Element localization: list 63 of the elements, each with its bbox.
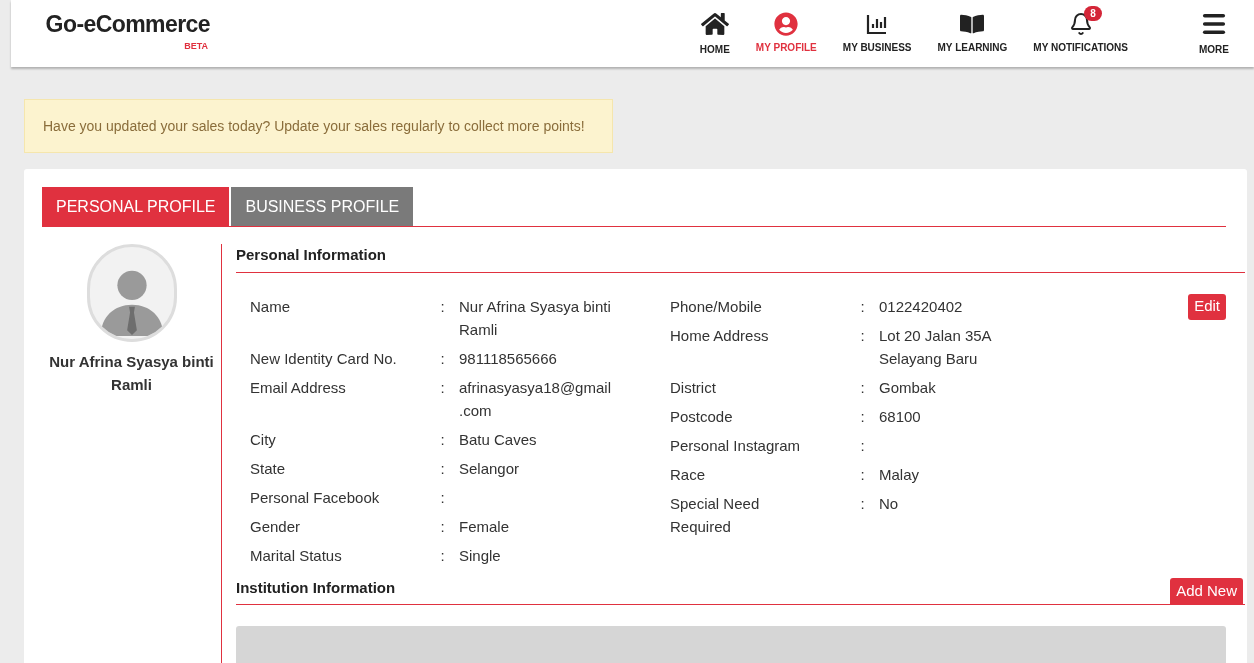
colon-separator: :: [439, 429, 446, 450]
colon-separator: :: [439, 516, 446, 537]
colon-separator: :: [439, 377, 446, 398]
field-label: City: [250, 429, 277, 450]
nav-item[interactable]: MY BUSINESS: [829, 0, 925, 67]
field-value: Nur Afrina Syasya binti Ramli: [459, 296, 611, 340]
colon-separator: :: [859, 435, 866, 456]
nav-item[interactable]: HOME: [686, 0, 743, 67]
home-icon: [700, 10, 729, 38]
field-value: 0122420402: [879, 296, 964, 317]
notification-badge: 8: [1084, 6, 1102, 21]
nav-item[interactable]: MORE: [1186, 0, 1242, 67]
field-label: Home Address: [670, 325, 770, 346]
field-label: Personal Facebook: [250, 487, 381, 508]
notice-banner: Have you updated your sales today? Update your sales regularly to collect more points!: [24, 99, 613, 153]
field-value: 68100: [879, 406, 922, 427]
field-value: 981118565666: [459, 348, 558, 369]
field-label: Gender: [250, 516, 302, 537]
user-icon: [774, 12, 799, 36]
field-label: Name: [250, 296, 291, 317]
colon-separator: :: [859, 296, 866, 317]
field-value: Selangor: [459, 458, 521, 479]
nav-item[interactable]: MY PROFILE: [742, 0, 830, 67]
profile-tab[interactable]: BUSINESS PROFILE: [231, 187, 414, 226]
field-label: Marital Status: [250, 545, 343, 566]
field-value: Batu Caves: [459, 429, 538, 450]
field-label: Race: [670, 464, 707, 485]
edit-button[interactable]: Edit: [1188, 293, 1226, 320]
book-icon: [960, 12, 985, 36]
field-label: State: [250, 458, 287, 479]
profile-name: Nur Afrina Syasya binti Ramli: [48, 352, 215, 395]
beta-label: BETA: [184, 40, 208, 54]
field-label: Email Address: [250, 377, 347, 398]
field-value: No: [879, 493, 900, 514]
section-header: Personal Information: [236, 244, 1245, 273]
field-value: Malay: [879, 464, 920, 485]
colon-separator: :: [439, 458, 446, 479]
field-label: Special Need Required: [670, 493, 761, 537]
colon-separator: :: [439, 487, 446, 508]
field-label: Phone/Mobile: [670, 296, 763, 317]
field-value: Lot 20 Jalan 35A Selayang Baru: [879, 325, 993, 369]
field-label: Postcode: [670, 406, 734, 427]
field-value: Gombak: [879, 377, 937, 398]
colon-separator: :: [439, 348, 446, 369]
colon-separator: :: [859, 377, 866, 398]
field-label: District: [670, 377, 717, 398]
profile-tab[interactable]: PERSONAL PROFILE: [42, 187, 230, 226]
colon-separator: :: [859, 325, 866, 346]
field-value: afrinasyasya18@gmail.com: [459, 377, 611, 421]
section-header: Institution Information: [236, 577, 396, 598]
colon-separator: :: [439, 545, 446, 566]
colon-separator: :: [859, 406, 866, 427]
field-label: New Identity Card No.: [250, 348, 398, 369]
colon-separator: :: [859, 493, 866, 514]
nav-item[interactable]: MY LEARNING: [924, 0, 1021, 67]
field-label: Personal Instagram: [670, 435, 802, 456]
nav-item[interactable]: MY NOTIFICATIONS 8: [1020, 0, 1141, 67]
brand-logo[interactable]: Go-eCommerce: [45, 13, 210, 37]
add-new-button[interactable]: Add New: [1170, 578, 1243, 604]
colon-separator: :: [439, 296, 446, 317]
field-value: Single: [459, 545, 502, 566]
colon-separator: :: [859, 464, 866, 485]
field-value: Female: [459, 516, 511, 537]
